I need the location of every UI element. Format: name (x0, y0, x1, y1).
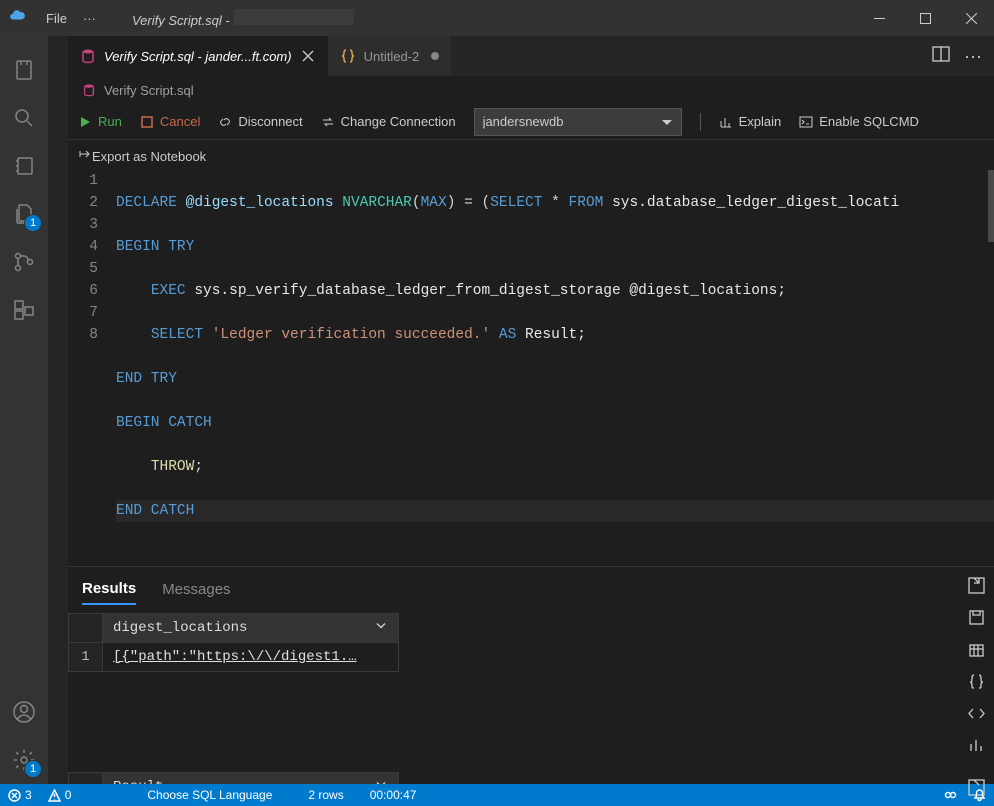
window-title: Verify Script.sql - (132, 9, 354, 28)
menu-file[interactable]: File (38, 0, 75, 36)
grid-corner[interactable] (69, 614, 103, 643)
column-header[interactable]: digest_locations (103, 614, 399, 643)
disconnect-button[interactable]: Disconnect (218, 114, 302, 129)
braces-icon (340, 48, 356, 64)
tab-verify-script[interactable]: Verify Script.sql - jander...ft.com) (68, 36, 328, 76)
database-icon (80, 48, 96, 64)
activity-bar: 1 1 (0, 36, 48, 784)
tab-messages[interactable]: Messages (162, 575, 230, 604)
explorer-badge: 1 (24, 214, 42, 232)
activity-connections[interactable] (0, 46, 48, 94)
result-grid-2: Result 1Ledger verification succeede… (68, 772, 958, 784)
status-bar: 3 0 Choose SQL Language 2 rows 00:00:47 (0, 784, 994, 806)
activity-extensions[interactable] (0, 286, 48, 334)
app-icon (8, 9, 26, 27)
explain-button[interactable]: Explain (719, 114, 782, 129)
result-grid-1: digest_locations 1[{"path":"https:\/\/di… (68, 613, 958, 672)
grid-corner[interactable] (69, 773, 103, 785)
sidebar-collapsed[interactable] (48, 36, 68, 784)
code-lines[interactable]: DECLARE @digest_locations NVARCHAR(MAX) … (116, 170, 994, 566)
minimize-button[interactable] (856, 0, 902, 36)
status-feedback-icon[interactable] (936, 784, 965, 806)
breadcrumb[interactable]: Verify Script.sql (68, 76, 994, 104)
activity-account[interactable] (0, 688, 48, 736)
chart-icon[interactable] (968, 737, 985, 759)
database-icon (82, 83, 96, 97)
activity-search[interactable] (0, 94, 48, 142)
dirty-indicator (431, 52, 439, 60)
status-bell-icon[interactable] (965, 784, 994, 806)
tab-label: Untitled-2 (364, 49, 420, 64)
settings-badge: 1 (24, 760, 42, 778)
status-rows: 2 rows (300, 784, 351, 806)
minimap-overview[interactable] (988, 170, 994, 242)
export-notebook-button[interactable]: Export as Notebook (78, 147, 206, 164)
menu-more[interactable]: ··· (75, 0, 104, 36)
row-number[interactable]: 1 (69, 643, 103, 672)
save-json-icon[interactable] (968, 673, 985, 695)
redacted-text (234, 9, 354, 25)
status-warnings[interactable]: 0 (40, 784, 80, 806)
code-editor[interactable]: 12345678 DECLARE @digest_locations NVARC… (68, 170, 994, 566)
status-errors[interactable]: 3 (0, 784, 40, 806)
editor-tabs: Verify Script.sql - jander...ft.com) Unt… (68, 36, 994, 76)
column-header[interactable]: Result (103, 773, 399, 785)
results-toolbar (958, 567, 994, 784)
activity-explorer[interactable]: 1 (0, 190, 48, 238)
maximize-button[interactable] (902, 0, 948, 36)
chevron-down-icon[interactable] (374, 778, 388, 785)
activity-scm[interactable] (0, 238, 48, 286)
change-connection-button[interactable]: Change Connection (321, 114, 456, 129)
line-gutter: 12345678 (68, 170, 116, 566)
activity-settings[interactable]: 1 (0, 736, 48, 784)
split-editor-icon[interactable] (932, 45, 950, 68)
status-time: 00:00:47 (362, 784, 425, 806)
maximize-grid-icon[interactable] (968, 577, 985, 599)
status-language[interactable]: Choose SQL Language (139, 784, 280, 806)
query-toolbar: Run Cancel Disconnect Change Connection … (68, 104, 994, 140)
cancel-button[interactable]: Cancel (140, 114, 200, 129)
tab-close-icon[interactable] (300, 48, 316, 64)
enable-sqlcmd-button[interactable]: Enable SQLCMD (799, 114, 919, 129)
save-csv-icon[interactable] (968, 609, 985, 631)
query-toolbar-row2: Export as Notebook (68, 140, 994, 170)
results-tabs: Results Messages (68, 567, 958, 611)
results-panel: Results Messages digest_locations 1[{"pa… (68, 566, 994, 784)
grid-cell[interactable]: [{"path":"https:\/\/digest1.… (103, 643, 399, 672)
tab-untitled-2[interactable]: Untitled-2 (328, 36, 452, 76)
tab-results[interactable]: Results (82, 574, 136, 605)
tab-label: Verify Script.sql - jander...ft.com) (104, 49, 292, 64)
title-bar: File ··· Verify Script.sql - (0, 0, 994, 36)
close-button[interactable] (948, 0, 994, 36)
run-button[interactable]: Run (78, 114, 122, 129)
save-excel-icon[interactable] (968, 641, 985, 663)
more-actions-icon[interactable]: ··· (964, 46, 982, 67)
database-select[interactable]: jandersnewdb (474, 108, 682, 136)
save-xml-icon[interactable] (968, 705, 985, 727)
chevron-down-icon[interactable] (374, 619, 388, 638)
activity-notebooks[interactable] (0, 142, 48, 190)
breadcrumb-file: Verify Script.sql (104, 83, 194, 98)
